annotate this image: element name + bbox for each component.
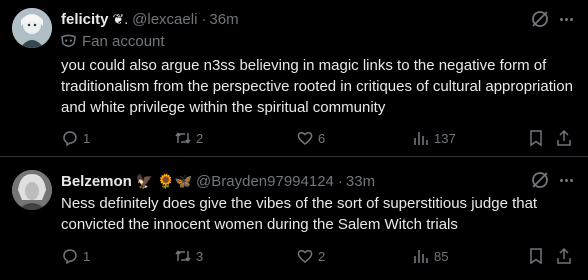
avatar[interactable]	[12, 170, 52, 210]
tweet-header: Belzemon 🦅 🌻🦋 @Brayden97994124 · 33m	[61, 171, 375, 191]
bookmark-icon	[530, 248, 542, 265]
share-button[interactable]	[555, 246, 577, 266]
action-bar: 1 3 2 85	[61, 246, 576, 266]
bookmark-icon	[530, 130, 542, 147]
repost-button[interactable]: 2	[174, 128, 203, 148]
author-badge-emoji: 🦅 🌻🦋	[135, 173, 193, 189]
tweet-text: you could also argue n3ss believing in m…	[61, 57, 573, 116]
like-button[interactable]: 6	[296, 128, 325, 148]
bookmark-button[interactable]	[527, 128, 549, 148]
tweet-time[interactable]: 33m	[346, 173, 375, 190]
author-handle[interactable]: @lexcaeli	[132, 11, 197, 28]
grok-icon[interactable]	[530, 170, 550, 190]
repost-icon	[175, 132, 191, 144]
mask-icon	[61, 34, 76, 47]
action-bar: 1 2 6 137	[61, 128, 576, 148]
reply-icon	[63, 131, 77, 147]
reply-icon	[63, 249, 77, 265]
author-name[interactable]: Belzemon	[61, 173, 132, 190]
tweet-1[interactable]: felicity ❦. @lexcaeli · 36m Fan account …	[0, 0, 588, 157]
tweet-2[interactable]: Belzemon 🦅 🌻🦋 @Brayden97994124 · 33m Nes…	[0, 157, 588, 280]
tweet-time[interactable]: 36m	[209, 11, 238, 28]
bookmark-button[interactable]	[527, 246, 549, 266]
like-button[interactable]: 2	[296, 246, 325, 266]
more-icon[interactable]	[556, 170, 576, 190]
more-icon[interactable]	[556, 9, 576, 29]
separator-dot: ·	[201, 10, 207, 28]
context-label: Fan account	[61, 33, 165, 50]
repost-count: 3	[196, 248, 204, 264]
reply-count: 1	[83, 248, 91, 264]
reply-count: 1	[83, 130, 91, 146]
like-count: 2	[318, 248, 326, 264]
repost-count: 2	[196, 130, 204, 146]
share-icon	[557, 247, 571, 264]
author-badge-emoji: ❦.	[112, 11, 129, 27]
repost-button[interactable]: 3	[174, 246, 203, 266]
separator-dot: ·	[337, 172, 343, 190]
avatar[interactable]	[12, 8, 52, 48]
reply-button[interactable]: 1	[61, 246, 90, 266]
views-count: 137	[434, 130, 456, 146]
tweet-header: felicity ❦. @lexcaeli · 36m	[61, 9, 239, 29]
grok-icon[interactable]	[530, 9, 550, 29]
reply-button[interactable]: 1	[61, 128, 90, 148]
like-icon	[297, 250, 313, 263]
views-button[interactable]: 85	[412, 246, 448, 266]
like-count: 6	[318, 130, 326, 146]
repost-icon	[175, 250, 191, 262]
share-icon	[557, 129, 571, 146]
share-button[interactable]	[555, 128, 577, 148]
views-count: 85	[434, 248, 449, 264]
views-button[interactable]: 137	[412, 128, 456, 148]
tweet-text: Ness definitely does give the vibes of t…	[61, 195, 538, 233]
views-icon	[414, 250, 428, 263]
like-icon	[297, 132, 313, 145]
views-icon	[414, 132, 428, 145]
context-text: Fan account	[82, 33, 165, 50]
author-handle[interactable]: @Brayden97994124	[196, 173, 334, 190]
author-name[interactable]: felicity	[61, 11, 109, 28]
